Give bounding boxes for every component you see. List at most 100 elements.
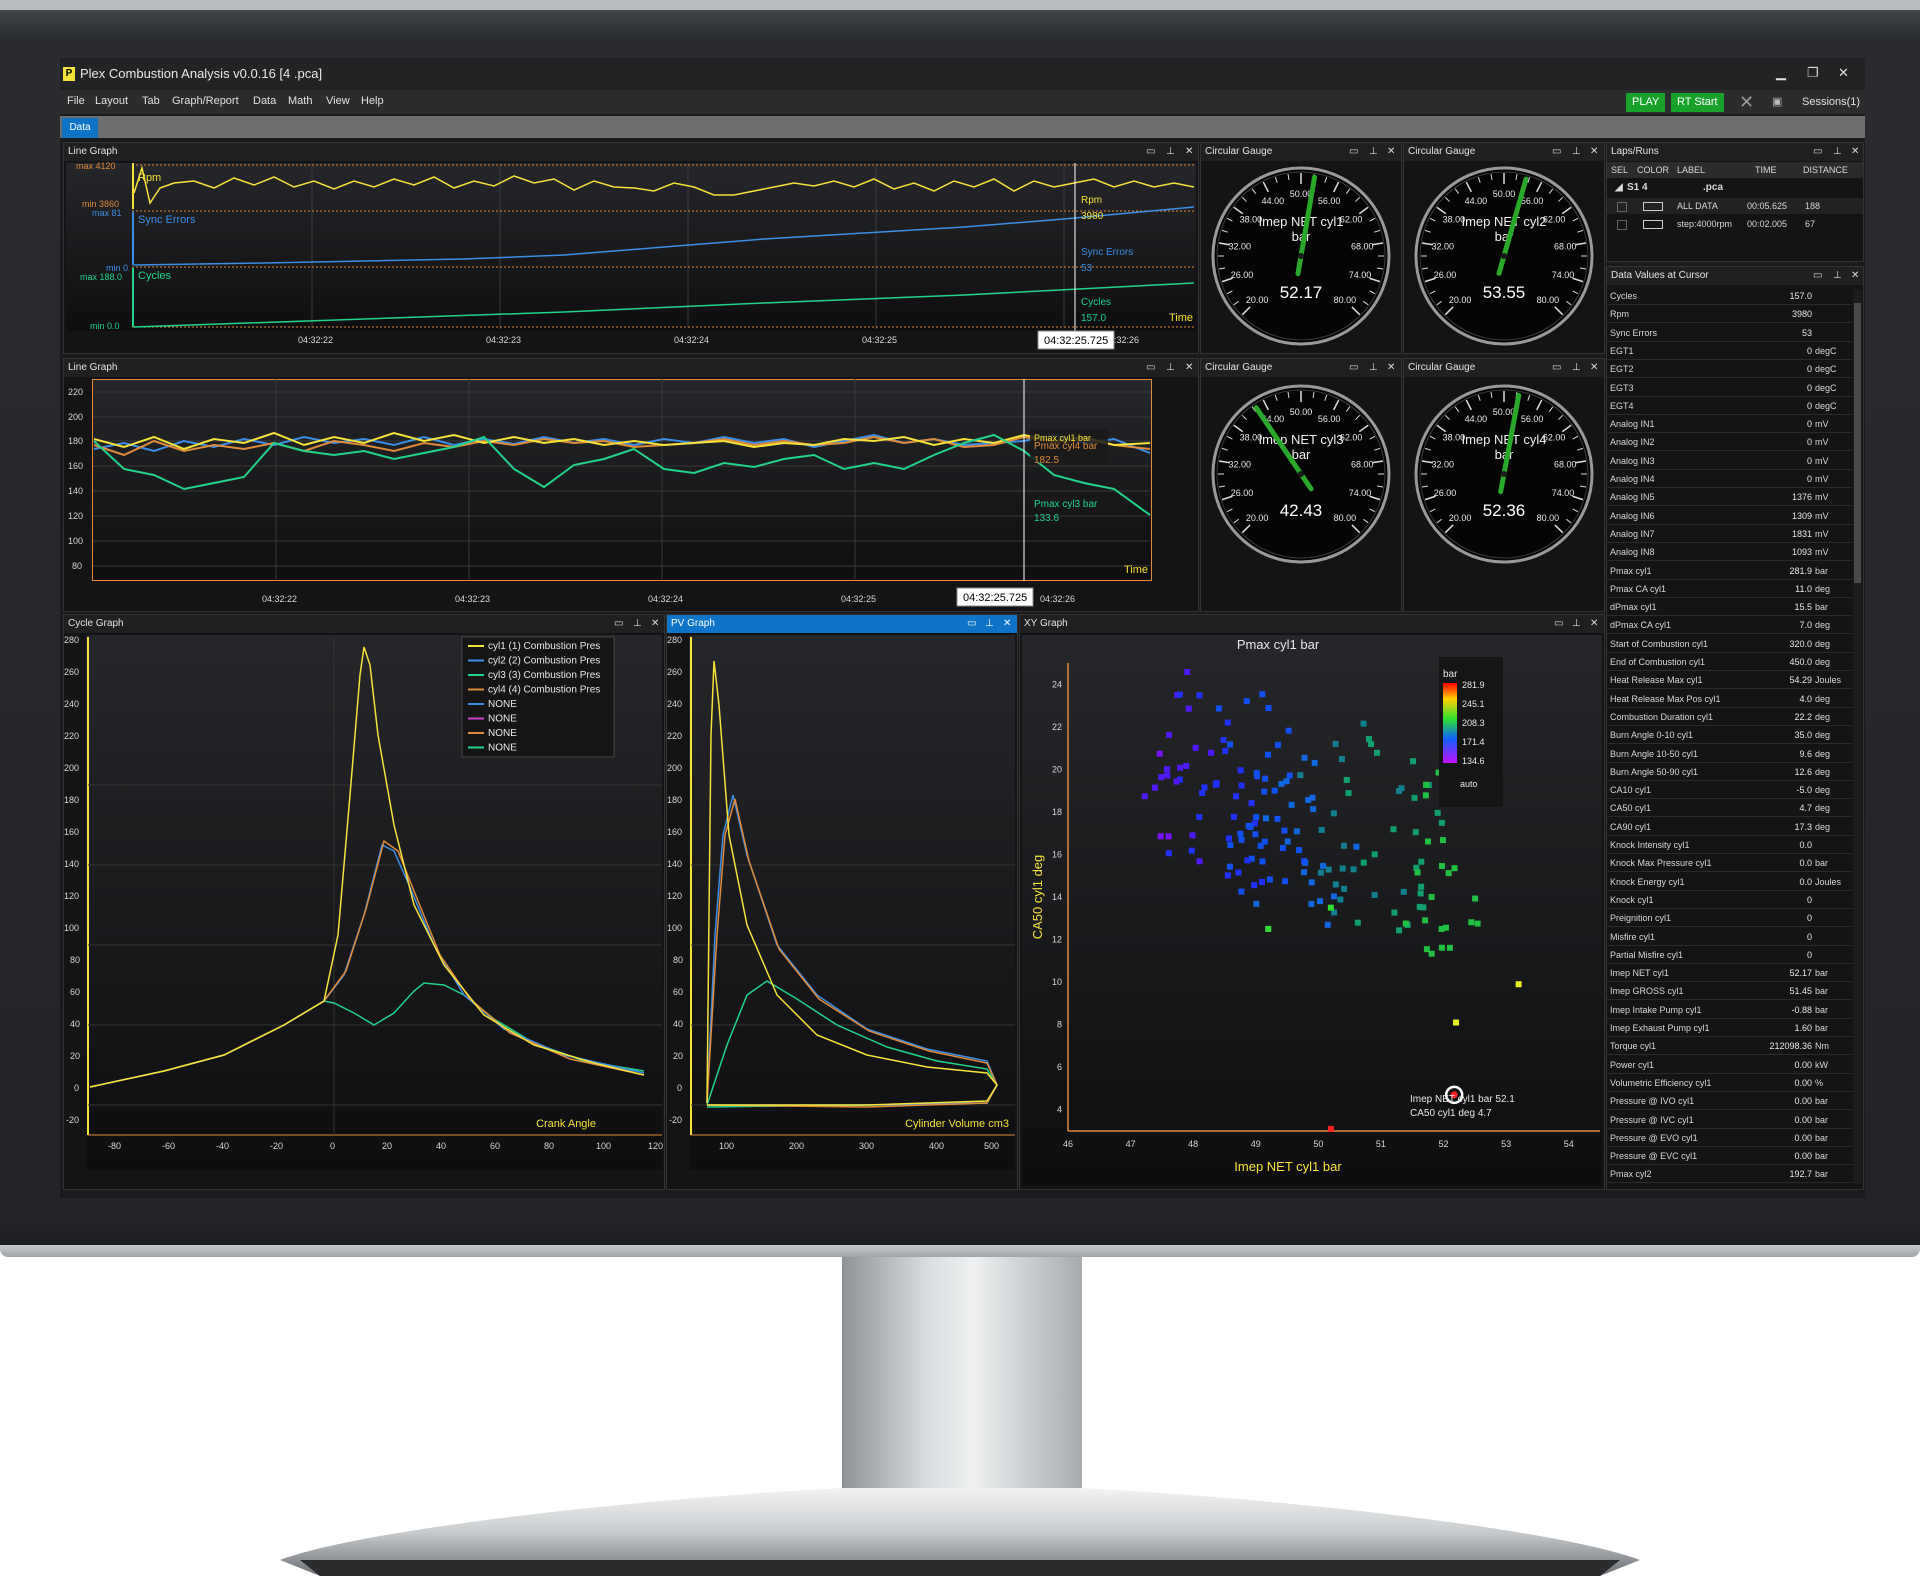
data-value-row[interactable]: Imep Intake Pump cyl1 -0.88 bar — [1607, 1003, 1852, 1019]
panel-maximize-icon[interactable]: ▭ — [1813, 267, 1822, 285]
scrollbar[interactable] — [1853, 289, 1862, 1184]
data-value-unit: deg — [1815, 766, 1831, 777]
panel-maximize-icon[interactable]: ▭ — [1349, 359, 1358, 377]
tab-data[interactable]: Data — [62, 118, 98, 138]
data-value-row[interactable]: Pressure @ IVO cyl1 0.00 bar — [1607, 1094, 1852, 1111]
data-value-row[interactable]: Pmax CA cyl1 11.0 deg — [1607, 582, 1852, 598]
data-value-row[interactable]: Sync Errors 53 — [1607, 326, 1852, 342]
data-value-row[interactable]: Power cyl1 0.00 kW — [1607, 1058, 1852, 1074]
data-value-row[interactable]: dPmax cyl1 15.5 bar — [1607, 600, 1852, 617]
title-bar: P Plex Combustion Analysis v0.0.16 [4 .p… — [60, 58, 1865, 90]
minimize-icon[interactable]: ▁ — [1776, 65, 1786, 81]
x-tick: 04:32:23 — [455, 594, 490, 604]
panel-maximize-icon[interactable]: ▭ — [1813, 143, 1822, 161]
panel-pin-icon[interactable]: ⊥ — [1572, 143, 1581, 161]
lap-row[interactable]: ALL DATA 00:05.625 188 — [1607, 198, 1863, 214]
data-value-name: Imep GROSS cyl1 — [1610, 986, 1684, 997]
data-value-row[interactable]: Pressure @ EVC cyl1 0.00 bar — [1607, 1149, 1852, 1166]
data-value-row[interactable]: EGT2 0 degC — [1607, 362, 1852, 379]
data-value-row[interactable]: Pmax cyl2 192.7 bar — [1607, 1167, 1852, 1184]
data-value-row[interactable]: Analog IN6 1309 mV — [1607, 509, 1852, 525]
data-value-row[interactable]: End of Combustion cyl1 450.0 deg — [1607, 655, 1852, 671]
panel-pin-icon[interactable]: ⊥ — [1369, 359, 1378, 377]
menu-view[interactable]: View — [326, 95, 350, 107]
data-value-row[interactable]: Pressure @ EVO cyl1 0.00 bar — [1607, 1131, 1852, 1147]
data-value-row[interactable]: Analog IN8 1093 mV — [1607, 545, 1852, 562]
menu-layout[interactable]: Layout — [95, 95, 128, 107]
legend-entry: cyl4 (4) Combustion Pres — [488, 685, 600, 696]
play-button[interactable]: PLAY — [1626, 93, 1666, 112]
data-value-row[interactable]: Rpm 3980 — [1607, 307, 1852, 324]
panel-maximize-icon[interactable]: ▭ — [1349, 143, 1358, 161]
scatter-point — [1400, 888, 1407, 895]
session-row[interactable]: ◢ S1 4 .pca — [1607, 180, 1863, 196]
data-value-row[interactable]: Burn Angle 10-50 cyl1 9.6 deg — [1607, 747, 1852, 763]
lap-checkbox[interactable] — [1617, 202, 1627, 212]
panel-pin-icon[interactable]: ⊥ — [1833, 143, 1842, 161]
data-value-row[interactable]: Torque cyl1 212098.36 Nm — [1607, 1039, 1852, 1056]
panel-pin-icon[interactable]: ⊥ — [1369, 143, 1378, 161]
data-value-row[interactable]: Analog IN7 1831 mV — [1607, 527, 1852, 543]
data-value-row[interactable]: EGT4 0 degC — [1607, 399, 1852, 415]
data-value-row[interactable]: CA50 cyl1 4.7 deg — [1607, 801, 1852, 818]
data-value-row[interactable]: Pmax cyl1 281.9 bar — [1607, 564, 1852, 580]
gauge-tick-label: 68.00 — [1351, 459, 1374, 469]
panel-close-icon[interactable]: ✕ — [1387, 143, 1395, 161]
data-value-row[interactable]: Knock Max Pressure cyl1 0.0 bar — [1607, 856, 1852, 873]
panel-pin-icon[interactable]: ⊥ — [1833, 267, 1842, 285]
menu-math[interactable]: Math — [288, 95, 312, 107]
data-value-row[interactable]: Start of Combustion cyl1 320.0 deg — [1607, 637, 1852, 653]
restore-icon[interactable]: ❐ — [1807, 65, 1819, 81]
data-values-list[interactable]: Cycles 157.0 Rpm 3980 Sync Errors 53 EGT1 0 degC… — [1607, 289, 1853, 1184]
panel-maximize-icon[interactable]: ▭ — [1552, 359, 1561, 377]
data-value-row[interactable]: CA10 cyl1 -5.0 deg — [1607, 783, 1852, 800]
lap-color-swatch[interactable] — [1643, 220, 1663, 229]
save-icon[interactable]: ▣ — [1766, 93, 1788, 112]
data-value-row[interactable]: Analog IN4 0 mV — [1607, 472, 1852, 488]
data-value-row[interactable]: CA90 cyl1 17.3 deg — [1607, 820, 1852, 836]
data-value-row[interactable]: EGT3 0 degC — [1607, 381, 1852, 397]
data-value-row[interactable]: Knock cyl1 0 — [1607, 893, 1852, 909]
close-window-icon[interactable]: ✕ — [1838, 65, 1849, 81]
data-value-row[interactable]: Analog IN2 0 mV — [1607, 435, 1852, 452]
sessions-button[interactable]: Sessions(1) — [1796, 93, 1865, 112]
data-value-row[interactable]: Imep NET cyl1 52.17 bar — [1607, 966, 1852, 983]
panel-maximize-icon[interactable]: ▭ — [1552, 143, 1561, 161]
data-value-row[interactable]: Burn Angle 50-90 cyl1 12.6 deg — [1607, 765, 1852, 781]
data-value-row[interactable]: Imep Exhaust Pump cyl1 1.60 bar — [1607, 1021, 1852, 1037]
stop-icon[interactable]: ✕ — [1733, 93, 1760, 112]
menu-file[interactable]: File — [67, 95, 85, 107]
menu-graph-report[interactable]: Graph/Report — [172, 95, 239, 107]
data-value-row[interactable]: Analog IN3 0 mV — [1607, 454, 1852, 470]
data-value-row[interactable]: dPmax CA cyl1 7.0 deg — [1607, 618, 1852, 635]
lap-color-swatch[interactable] — [1643, 202, 1663, 211]
rt-start-button[interactable]: RT Start — [1671, 93, 1724, 112]
panel-close-icon[interactable]: ✕ — [1851, 143, 1859, 161]
data-value-row[interactable]: Analog IN1 0 mV — [1607, 417, 1852, 434]
data-value-row[interactable]: Partial Misfire cyl1 0 — [1607, 948, 1852, 964]
panel-close-icon[interactable]: ✕ — [1590, 143, 1598, 161]
data-value-row[interactable]: Pressure @ IVC cyl1 0.00 bar — [1607, 1113, 1852, 1129]
data-value-row[interactable]: Preignition cyl1 0 — [1607, 911, 1852, 928]
data-value-row[interactable]: Misfire cyl1 0 — [1607, 930, 1852, 946]
data-value-row[interactable]: Heat Release Max Pos cyl1 4.0 deg — [1607, 692, 1852, 708]
data-value-row[interactable]: Imep GROSS cyl1 51.45 bar — [1607, 984, 1852, 1001]
data-value-row[interactable]: EGT1 0 degC — [1607, 344, 1852, 360]
menu-help[interactable]: Help — [361, 95, 384, 107]
panel-close-icon[interactable]: ✕ — [1851, 267, 1859, 285]
data-value-row[interactable]: Combustion Duration cyl1 22.2 deg — [1607, 710, 1852, 726]
data-value-row[interactable]: Cycles 157.0 — [1607, 289, 1852, 305]
panel-pin-icon[interactable]: ⊥ — [1572, 359, 1581, 377]
panel-close-icon[interactable]: ✕ — [1387, 359, 1395, 377]
data-value-row[interactable]: Volumetric Efficiency cyl1 0.00% — [1607, 1076, 1852, 1092]
menu-data[interactable]: Data — [253, 95, 276, 107]
panel-close-icon[interactable]: ✕ — [1590, 359, 1598, 377]
data-value-row[interactable]: Heat Release Max cyl1 54.29 Joules — [1607, 673, 1852, 690]
data-value-row[interactable]: Knock Energy cyl1 0.0 Joules — [1607, 875, 1852, 891]
data-value-row[interactable]: Analog IN5 1376 mV — [1607, 490, 1852, 507]
lap-row[interactable]: step:4000rpm 00:02.005 67 — [1607, 216, 1863, 232]
data-value-row[interactable]: Burn Angle 0-10 cyl1 35.0 deg — [1607, 728, 1852, 745]
data-value-row[interactable]: Knock Intensity cyl1 0.0 — [1607, 838, 1852, 854]
lap-checkbox[interactable] — [1617, 220, 1627, 230]
menu-tab[interactable]: Tab — [142, 95, 160, 107]
